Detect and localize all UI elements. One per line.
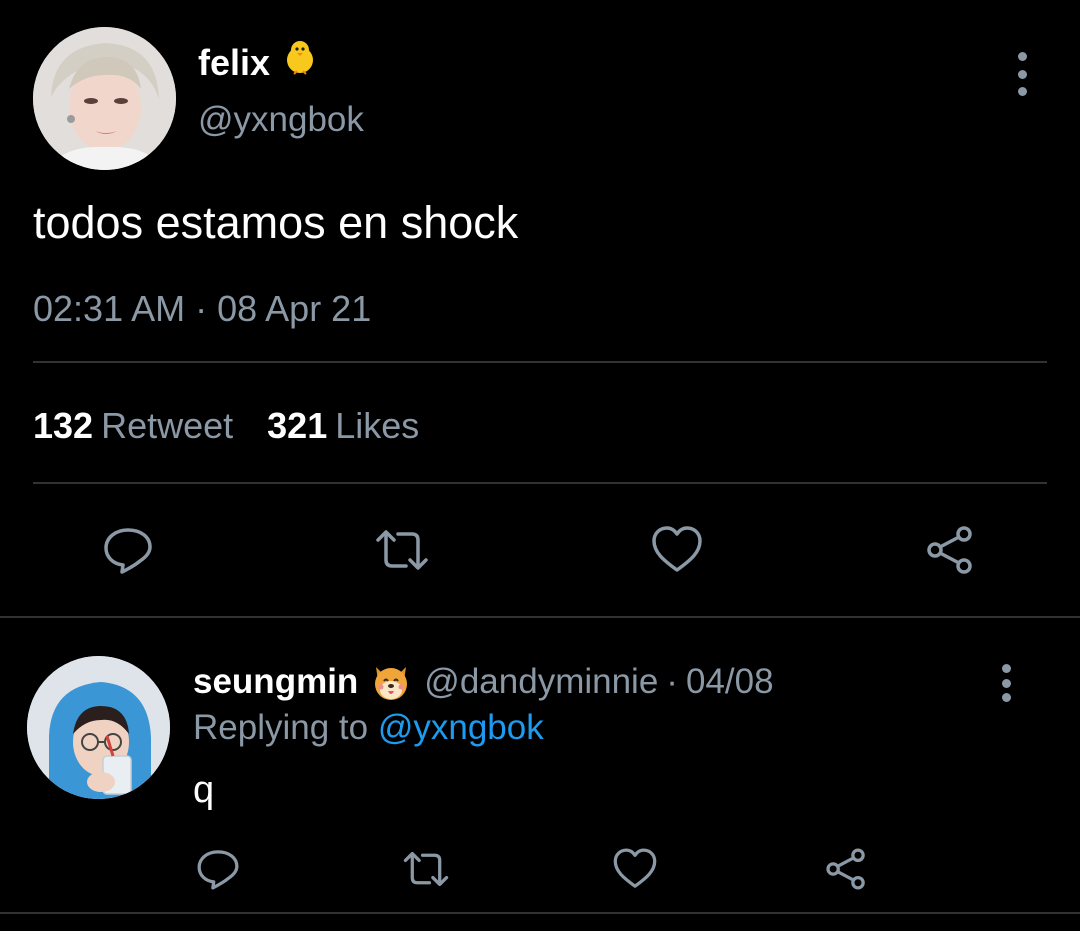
retweet-stat[interactable]: 132 Retweet xyxy=(33,404,233,448)
like-stat[interactable]: 321 Likes xyxy=(267,404,419,448)
like-icon[interactable] xyxy=(611,845,659,893)
divider xyxy=(33,361,1047,363)
retweet-count: 132 xyxy=(33,405,94,446)
author-avatar[interactable] xyxy=(33,27,176,170)
divider xyxy=(33,482,1047,484)
chick-icon xyxy=(280,38,320,88)
tweet-detail-page: felix @yxngbok todos estamos en shock 02… xyxy=(0,0,1080,931)
author-name-row[interactable]: felix xyxy=(198,38,320,88)
reply-header: seungmin @dandyminnie · 04/08 xyxy=(193,660,774,704)
like-count: 321 xyxy=(267,405,328,446)
author-name: felix xyxy=(198,42,271,83)
divider xyxy=(0,912,1080,914)
separator-dot: · xyxy=(666,662,678,701)
share-icon[interactable] xyxy=(822,845,870,893)
retweet-icon[interactable] xyxy=(402,845,450,893)
divider xyxy=(0,616,1080,618)
reply-date[interactable]: 04/08 xyxy=(686,660,774,704)
like-label: Likes xyxy=(335,405,420,446)
like-icon[interactable] xyxy=(649,522,705,578)
replying-to-line: Replying to @yxngbok xyxy=(193,706,544,750)
share-icon[interactable] xyxy=(922,522,978,578)
reply-icon[interactable] xyxy=(194,845,242,893)
tweet-text: todos estamos en shock xyxy=(33,197,519,248)
tweet-stats: 132 Retweet 321 Likes xyxy=(33,404,419,448)
reply-author-avatar[interactable] xyxy=(27,656,170,799)
reply-author-name[interactable]: seungmin xyxy=(193,660,358,704)
reply-author-handle[interactable]: @dandyminnie xyxy=(424,660,658,704)
more-options-icon[interactable] xyxy=(1006,52,1038,96)
dog-face-icon xyxy=(370,661,412,703)
replying-to-mention[interactable]: @yxngbok xyxy=(378,708,544,747)
retweet-icon[interactable] xyxy=(374,522,430,578)
reply-text: q xyxy=(193,769,215,811)
author-handle[interactable]: @yxngbok xyxy=(198,98,364,142)
reply-icon[interactable] xyxy=(100,522,156,578)
more-options-icon[interactable] xyxy=(992,664,1020,702)
tweet-timestamp[interactable]: 02:31 AM · 08 Apr 21 xyxy=(33,287,371,331)
replying-prefix: Replying to xyxy=(193,708,369,747)
retweet-label: Retweet xyxy=(101,405,234,446)
